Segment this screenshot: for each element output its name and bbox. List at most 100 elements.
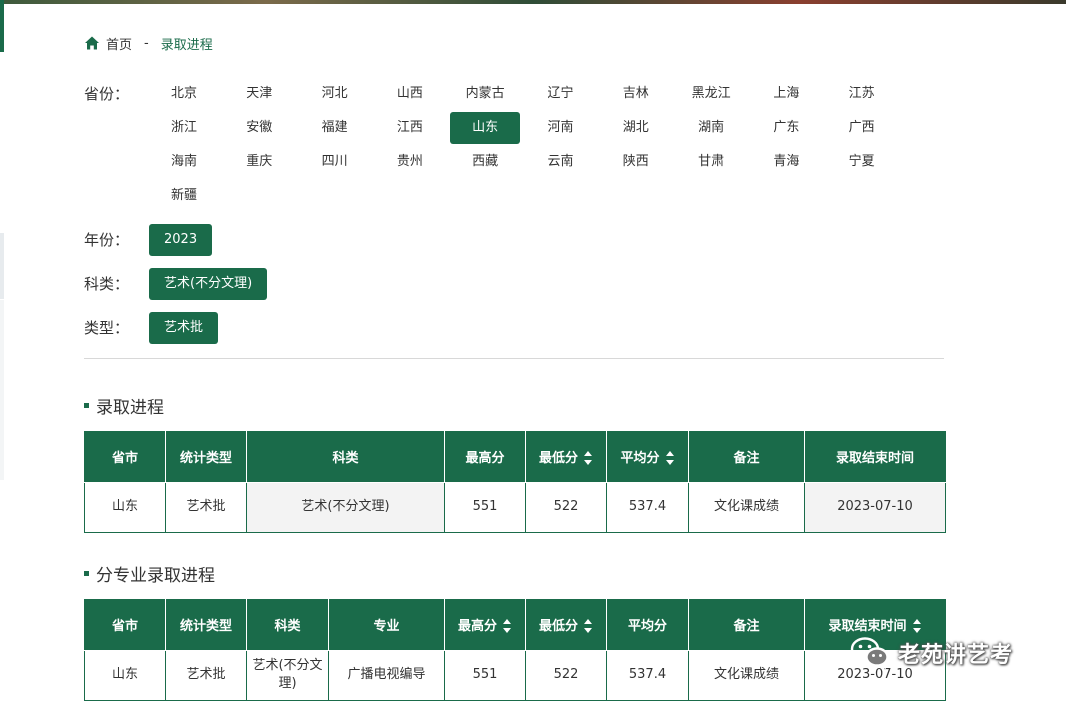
col-header-avg-score[interactable]: 平均分 <box>606 431 689 483</box>
cell-min-score: 522 <box>525 649 607 701</box>
cell-major: 广播电视编导 <box>328 649 445 701</box>
province-option[interactable]: 内蒙古 <box>450 78 520 110</box>
province-option[interactable]: 西藏 <box>450 146 520 178</box>
year-option-selected[interactable]: 2023 <box>149 224 213 256</box>
sort-icon[interactable] <box>912 619 922 634</box>
cell-remark: 文化课成绩 <box>688 649 805 701</box>
province-option[interactable]: 贵州 <box>375 146 445 178</box>
section-title-major-admission-progress: 分专业录取进程 <box>84 561 215 586</box>
province-option[interactable]: 江西 <box>375 112 445 144</box>
sort-icon[interactable] <box>584 451 593 466</box>
col-header-subject: 科类 <box>246 599 329 651</box>
section-bullet <box>84 403 89 408</box>
wechat-icon <box>850 637 889 670</box>
section-bullet <box>84 571 89 576</box>
home-icon[interactable] <box>84 35 100 51</box>
province-option[interactable]: 吉林 <box>601 78 671 110</box>
cell-remark: 文化课成绩 <box>688 481 805 533</box>
admission-progress-table: 省市 统计类型 科类 最高分 最低分 平均分 备注 录取结束时间 山东 艺术批 … <box>84 431 946 533</box>
breadcrumb-current: 录取进程 <box>160 37 213 53</box>
watermark: 老苑讲艺考 <box>850 636 1013 670</box>
col-header-avg-score-label: 平均分 <box>620 450 660 466</box>
cell-stat-type: 艺术批 <box>165 649 247 701</box>
cell-avg-score: 537.4 <box>606 481 689 533</box>
province-option[interactable]: 江苏 <box>827 78 897 110</box>
year-label: 年份： <box>84 231 130 249</box>
province-option[interactable]: 山西 <box>375 78 445 110</box>
province-option[interactable]: 云南 <box>526 146 596 178</box>
province-option[interactable]: 湖南 <box>676 112 746 144</box>
province-option[interactable]: 黑龙江 <box>676 78 746 110</box>
col-header-remark: 备注 <box>688 431 805 483</box>
cell-province: 山东 <box>84 649 166 701</box>
col-header-major: 专业 <box>328 599 445 651</box>
left-edge-shadow <box>0 233 4 299</box>
sort-icon[interactable] <box>503 619 512 634</box>
major-admission-progress-table: 省市 统计类型 科类 专业 最高分 最低分 平均分 备注 录取结束时间 山东 艺… <box>84 599 946 701</box>
col-header-max-score-label: 最高分 <box>457 618 497 634</box>
table-header-row: 省市 统计类型 科类 专业 最高分 最低分 平均分 备注 录取结束时间 <box>84 599 946 651</box>
breadcrumb-home-link[interactable]: 首页 <box>106 34 132 53</box>
province-option[interactable]: 上海 <box>751 78 821 110</box>
province-option[interactable]: 青海 <box>751 146 821 178</box>
sort-icon[interactable] <box>665 451 675 466</box>
province-option[interactable]: 四川 <box>300 146 370 178</box>
cell-end-time: 2023-07-10 <box>804 481 946 533</box>
province-option[interactable]: 湖北 <box>601 112 671 144</box>
table-header-row: 省市 统计类型 科类 最高分 最低分 平均分 备注 录取结束时间 <box>84 431 946 483</box>
col-header-province: 省市 <box>84 431 166 483</box>
section-title-text: 录取进程 <box>96 398 164 418</box>
left-edge-shadow-lower <box>0 300 4 480</box>
section-title-admission-progress: 录取进程 <box>84 393 164 418</box>
cell-max-score: 551 <box>444 649 526 701</box>
table-row: 山东 艺术批 艺术(不分文理) 551 522 537.4 文化课成绩 2023… <box>84 481 946 533</box>
province-option[interactable]: 河北 <box>300 78 370 110</box>
province-option[interactable]: 甘肃 <box>676 146 746 178</box>
col-header-stat-type: 统计类型 <box>165 599 247 651</box>
subject-label: 科类： <box>84 275 130 293</box>
col-header-remark: 备注 <box>688 599 805 651</box>
col-header-subject: 科类 <box>246 431 445 483</box>
left-edge-accent <box>0 0 4 52</box>
province-option[interactable]: 天津 <box>224 78 294 110</box>
province-option[interactable]: 山东 <box>450 112 521 144</box>
breadcrumb: 首页 - 录取进程 <box>84 33 213 53</box>
col-header-max-score: 最高分 <box>444 431 526 483</box>
cell-subject: 艺术(不分文理) <box>246 481 445 533</box>
col-header-avg-score: 平均分 <box>606 599 689 651</box>
col-header-max-score[interactable]: 最高分 <box>444 599 526 651</box>
cell-province: 山东 <box>84 481 166 533</box>
col-header-province: 省市 <box>84 599 166 651</box>
province-option[interactable]: 广西 <box>827 112 897 144</box>
cell-subject: 艺术(不分文 理) <box>246 649 329 701</box>
filter-divider <box>84 358 944 359</box>
col-header-min-score-label: 最低分 <box>538 450 578 466</box>
province-option[interactable]: 浙江 <box>149 112 219 144</box>
province-label: 省份： <box>84 85 130 103</box>
province-option[interactable]: 陕西 <box>601 146 671 178</box>
watermark-text: 老苑讲艺考 <box>898 643 1014 668</box>
section-title-text: 分专业录取进程 <box>96 566 215 586</box>
province-option[interactable]: 广东 <box>751 112 821 144</box>
province-option[interactable]: 北京 <box>149 78 219 110</box>
province-option[interactable]: 辽宁 <box>526 78 596 110</box>
province-option[interactable]: 河南 <box>526 112 596 144</box>
breadcrumb-separator: - <box>144 35 149 51</box>
type-label: 类型： <box>84 319 130 337</box>
table-row: 山东 艺术批 艺术(不分文 理) 广播电视编导 551 522 537.4 文化… <box>84 649 946 701</box>
col-header-stat-type: 统计类型 <box>165 431 247 483</box>
subject-option-selected[interactable]: 艺术(不分文理) <box>149 268 268 300</box>
province-option[interactable]: 海南 <box>149 146 219 178</box>
col-header-end-time: 录取结束时间 <box>804 431 946 483</box>
type-option-selected[interactable]: 艺术批 <box>149 312 219 344</box>
province-option[interactable]: 安徽 <box>224 112 294 144</box>
province-option[interactable]: 福建 <box>300 112 370 144</box>
col-header-min-score[interactable]: 最低分 <box>525 599 607 651</box>
cell-min-score: 522 <box>525 481 607 533</box>
province-option[interactable]: 宁夏 <box>827 146 897 178</box>
col-header-min-score[interactable]: 最低分 <box>525 431 607 483</box>
cell-max-score: 551 <box>444 481 526 533</box>
province-option[interactable]: 新疆 <box>149 180 219 212</box>
province-option[interactable]: 重庆 <box>224 146 294 178</box>
sort-icon[interactable] <box>584 619 593 634</box>
